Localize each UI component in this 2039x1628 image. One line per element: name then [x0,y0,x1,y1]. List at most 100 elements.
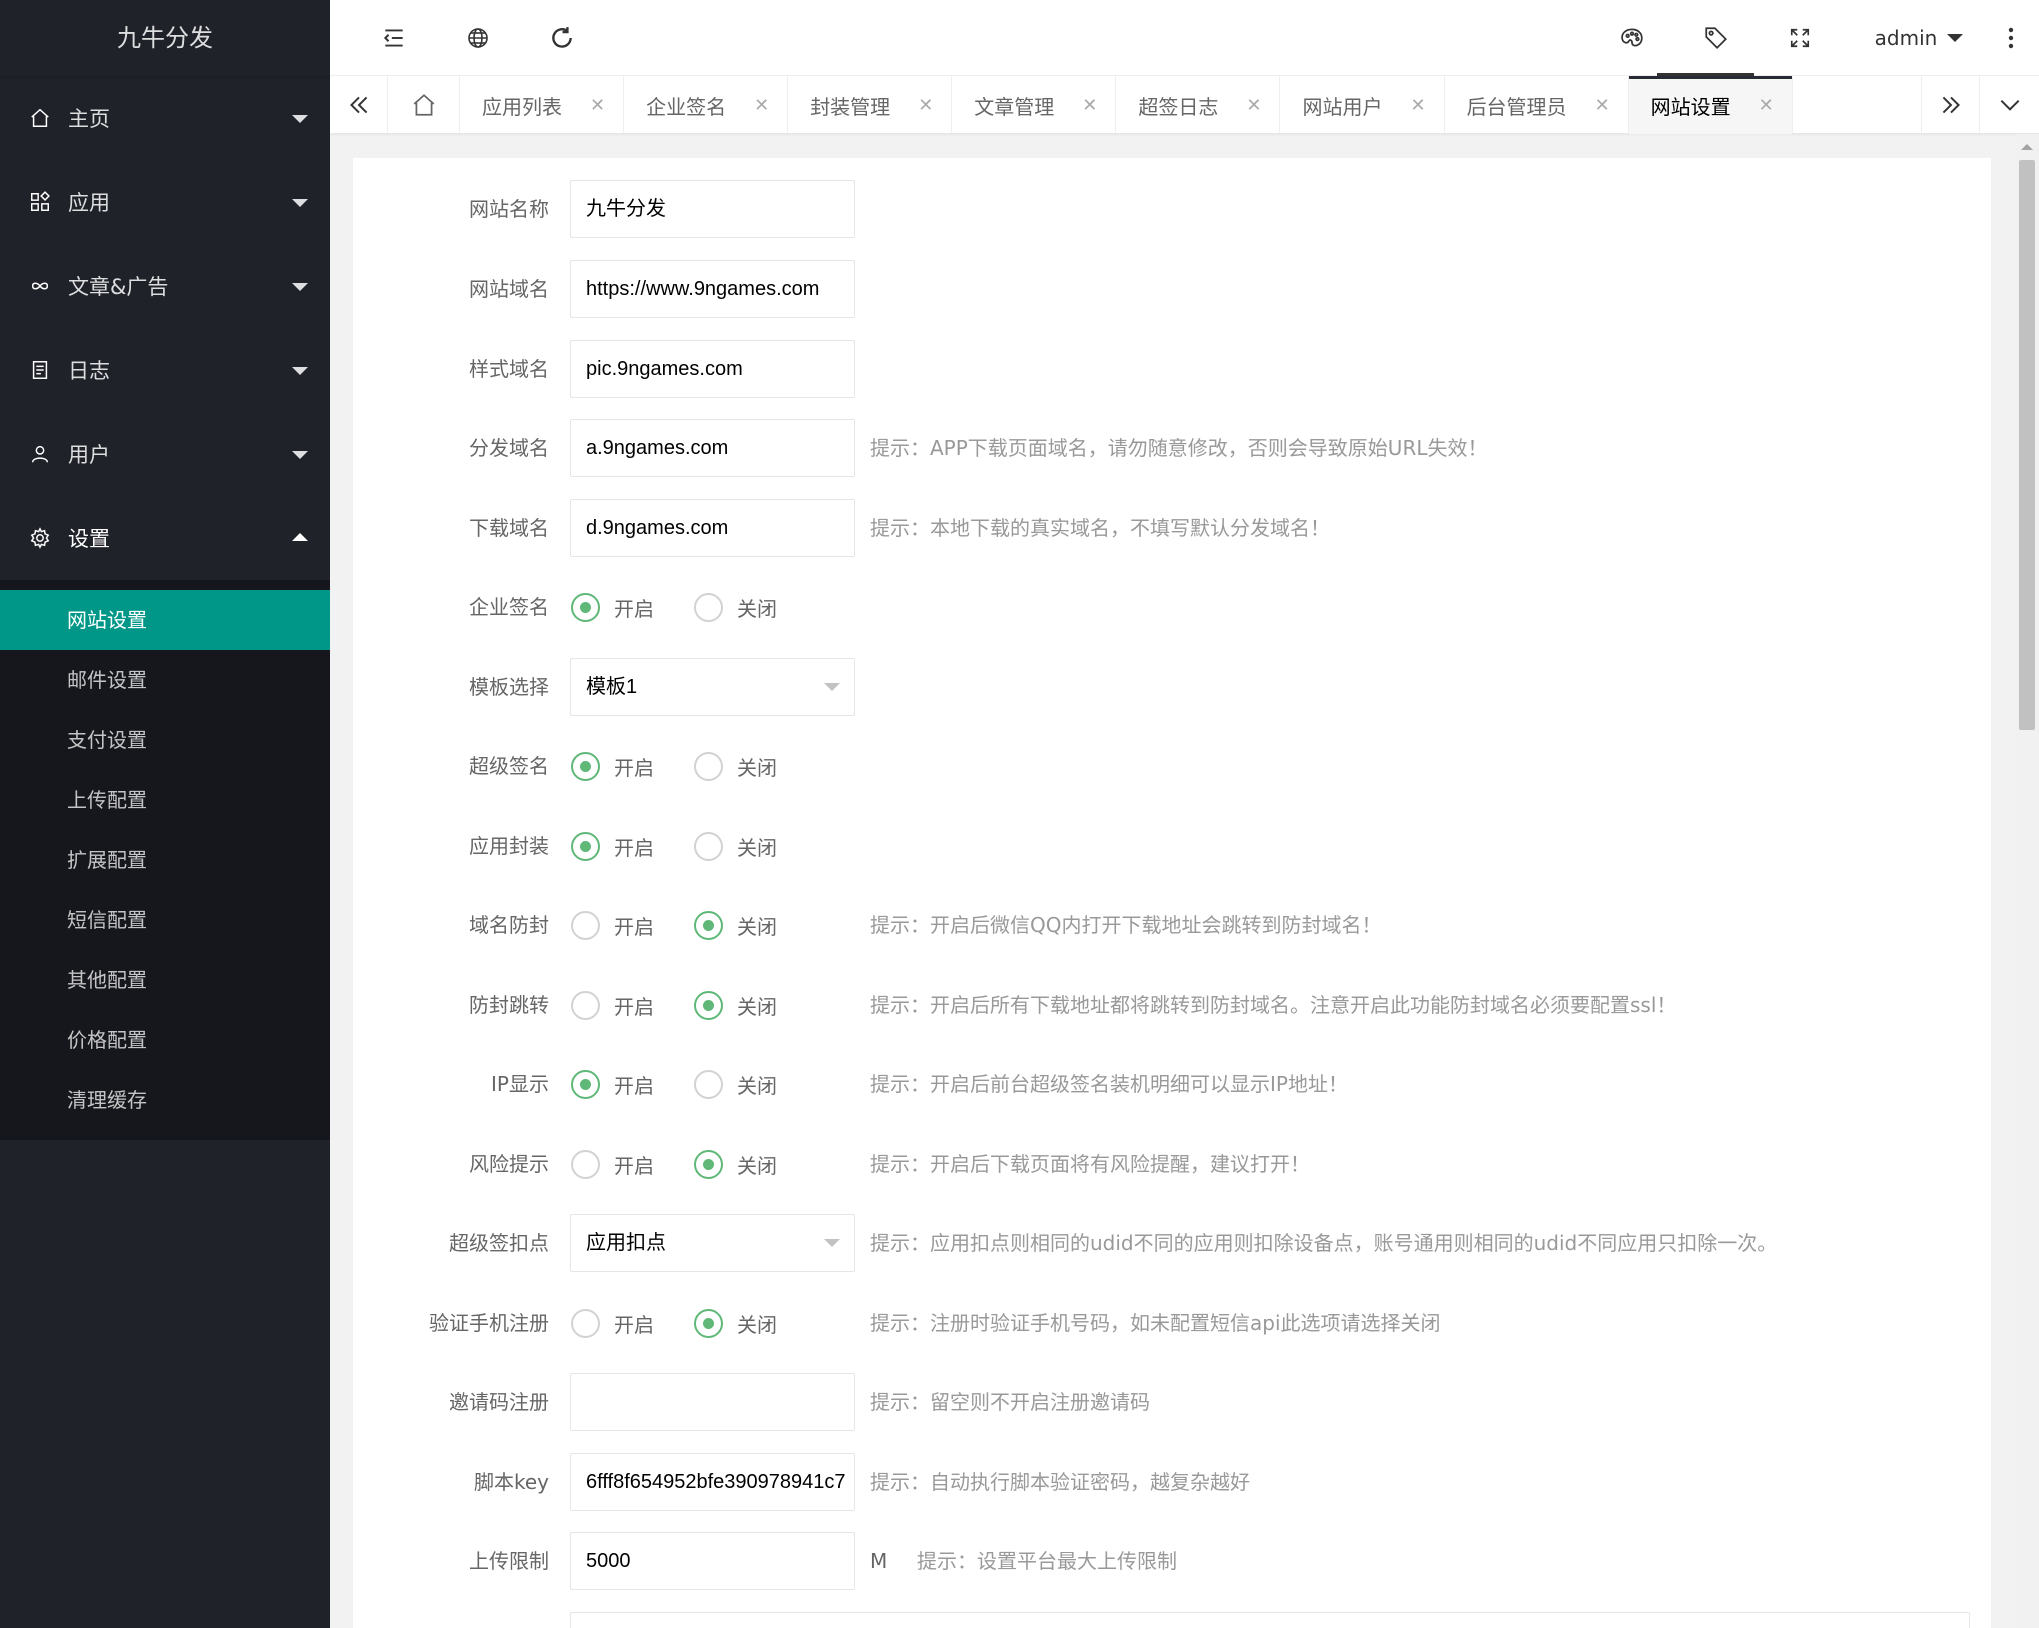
tab-label: 网站设置 [1650,94,1731,119]
radio-label: 关闭 [737,596,777,621]
sidebar-item-users[interactable]: 用户 [0,412,330,496]
submenu-price-config[interactable]: 价格配置 [0,1010,330,1070]
block-redirect-off-radio[interactable]: 关闭 [694,976,777,1034]
submenu-mail-settings[interactable]: 邮件设置 [0,650,330,710]
submenu-extension-config[interactable]: 扩展配置 [0,830,330,890]
super-sign-off-radio[interactable]: 关闭 [694,737,777,795]
close-icon[interactable]: ✕ [1759,95,1774,116]
super-sign-on-radio[interactable]: 开启 [571,737,654,795]
open-tabs: 应用列表 ✕ 企业签名 ✕ 封装管理 ✕ 文章管理 ✕ 超签日志 ✕ 网站用户 ✕ 后台管理… [460,76,1793,134]
submenu-sms-config[interactable]: 短信配置 [0,890,330,950]
tab-enterprise-sign[interactable]: 企业签名 ✕ [624,76,789,134]
close-icon[interactable]: ✕ [754,95,769,116]
field-label: 应用封装 [469,834,549,858]
user-menu-button[interactable]: admin [1857,0,1981,76]
tab-label: 企业签名 [646,94,727,119]
app-wrap-off-radio[interactable]: 关闭 [694,817,777,875]
tag-button[interactable] [1696,0,1736,76]
close-icon[interactable]: ✕ [1595,95,1610,116]
super-deduct-select[interactable]: 应用扣点 [570,1214,855,1272]
home-icon [28,106,52,130]
submenu-clear-cache[interactable]: 清理缓存 [0,1070,330,1130]
scrollbar-thumb[interactable] [2019,160,2035,730]
site-name-input[interactable]: 九牛分发 [570,180,855,238]
tabs-scroll-left-button[interactable] [330,76,388,134]
refresh-button[interactable] [542,0,582,76]
tabs-scroll-right-button[interactable] [1921,76,1979,134]
submenu-site-settings[interactable]: 网站设置 [0,590,330,650]
field-label: 企业签名 [469,595,549,619]
textarea-field[interactable] [570,1612,1970,1628]
script-key-input[interactable]: 6fff8f654952bfe390978941c7 [570,1453,855,1511]
ip-display-off-radio[interactable]: 关闭 [694,1055,777,1113]
tab-app-list[interactable]: 应用列表 ✕ [460,76,625,134]
theme-button[interactable] [1612,0,1652,76]
tab-admins[interactable]: 后台管理员 ✕ [1445,76,1629,134]
radio-circle-icon [694,751,723,781]
sidebar-toggle-button[interactable] [374,0,414,76]
tabs-menu-button[interactable] [1979,76,2039,134]
close-icon[interactable]: ✕ [1082,95,1097,116]
template-select[interactable]: 模板1 [570,658,855,716]
ip-display-on-radio[interactable]: 开启 [571,1055,654,1113]
close-icon[interactable]: ✕ [1410,95,1425,116]
site-domain-input[interactable]: https://www.9ngames.com [570,260,855,318]
phone-verify-off-radio[interactable]: 关闭 [694,1294,777,1352]
chevron-up-icon [292,533,308,541]
close-icon[interactable]: ✕ [1246,95,1261,116]
enterprise-sign-off-radio[interactable]: 关闭 [694,578,777,636]
chevron-down-icon [292,115,308,123]
user-name: admin [1874,26,1938,50]
form-row-dist-domain: 分发域名 a.9ngames.com 提示：APP下载页面域名，请勿随意修改，否… [353,419,1991,477]
fullscreen-button[interactable] [1780,0,1820,76]
sidebar-item-apps[interactable]: 应用 [0,160,330,244]
form-row-app-wrap: 应用封装 开启 关闭 [353,817,1991,875]
sidebar-item-settings[interactable]: 设置 [0,496,330,580]
domain-block-off-radio[interactable]: 关闭 [694,896,777,954]
sidebar-item-logs[interactable]: 日志 [0,328,330,412]
tab-wrap-manage[interactable]: 封装管理 ✕ [788,76,953,134]
field-label: 超级签扣点 [449,1231,549,1255]
field-label: IP显示 [491,1072,549,1096]
website-button[interactable] [458,0,498,76]
app-wrap-on-radio[interactable]: 开启 [571,817,654,875]
radio-circle-icon [571,990,600,1020]
close-icon[interactable]: ✕ [918,95,933,116]
submenu-upload-config[interactable]: 上传配置 [0,770,330,830]
tab-article-manage[interactable]: 文章管理 ✕ [952,76,1117,134]
style-domain-input[interactable]: pic.9ngames.com [570,340,855,398]
page-scrollbar[interactable] [2015,134,2039,1628]
tab-super-sign-log[interactable]: 超签日志 ✕ [1116,76,1281,134]
sidebar-item-home[interactable]: 主页 [0,76,330,160]
submenu-payment-settings[interactable]: 支付设置 [0,710,330,770]
radio-label: 关闭 [737,994,777,1019]
block-redirect-on-radio[interactable]: 开启 [571,976,654,1034]
submenu-other-config[interactable]: 其他配置 [0,950,330,1010]
tab-home[interactable] [388,76,460,134]
risk-tip-off-radio[interactable]: 关闭 [694,1135,777,1193]
form-row-enterprise-sign: 企业签名 开启 关闭 [353,578,1991,636]
sidebar: 九牛分发 主页 应用 文章&广告 日志 用户 设置 网站设置 邮件设置 支付设置… [0,0,330,1628]
tab-site-users[interactable]: 网站用户 ✕ [1280,76,1445,134]
radio-label: 开启 [614,755,654,780]
risk-tip-on-radio[interactable]: 开启 [571,1135,654,1193]
download-domain-input[interactable]: d.9ngames.com [570,499,855,557]
sidebar-item-articles[interactable]: 文章&广告 [0,244,330,328]
gear-icon [28,526,52,550]
dist-domain-input[interactable]: a.9ngames.com [570,419,855,477]
tab-site-settings[interactable]: 网站设置 ✕ [1628,76,1793,134]
more-button[interactable] [1996,0,2026,76]
scroll-up-arrow-icon[interactable] [2021,144,2033,150]
radio-circle-icon [571,1308,600,1338]
radio-label: 关闭 [737,1153,777,1178]
domain-block-on-radio[interactable]: 开启 [571,896,654,954]
phone-verify-on-radio[interactable]: 开启 [571,1294,654,1352]
close-icon[interactable]: ✕ [590,95,605,116]
enterprise-sign-on-radio[interactable]: 开启 [571,578,654,636]
invite-code-input[interactable] [570,1373,855,1431]
radio-label: 关闭 [737,1312,777,1337]
upload-limit-input[interactable]: 5000 [570,1532,855,1590]
radio-label: 关闭 [737,755,777,780]
chevron-down-icon [292,283,308,291]
menu-fold-icon [383,29,403,47]
